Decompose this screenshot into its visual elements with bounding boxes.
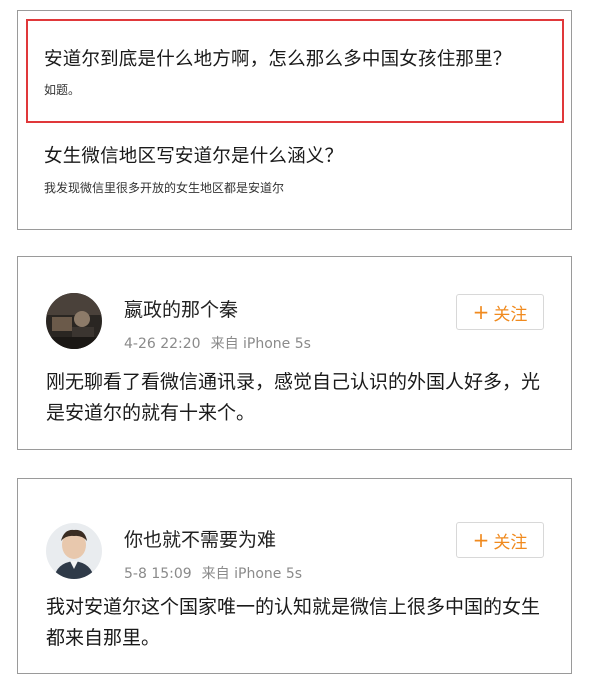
post-source: 来自 iPhone 5s <box>201 566 303 582</box>
post-source: 来自 iPhone 5s <box>210 336 311 352</box>
username[interactable]: 嬴政的那个秦 <box>124 295 238 322</box>
post-time: 4-26 22:20 <box>124 336 201 352</box>
weibo-post-card: 嬴政的那个秦 4-26 22:20 来自 iPhone 5s + 关注 刚无聊看了看… <box>17 256 572 450</box>
avatar-image <box>46 523 102 579</box>
follow-label: 关注 <box>493 304 528 325</box>
question-title[interactable]: 女生微信地区写安道尔是什么涵义？ <box>44 142 343 168</box>
follow-button[interactable]: + 关注 <box>456 294 544 330</box>
post-time: 5-8 15:09 <box>124 566 192 582</box>
question-description: 如题。 <box>44 83 81 97</box>
question-description: 我发现微信里很多开放的女生地区都是安道尔 <box>44 181 285 195</box>
plus-icon: + <box>472 528 490 552</box>
username[interactable]: 你也就不需要为难 <box>124 525 276 552</box>
post-text: 我对安道尔这个国家唯一的认知就是微信上很多中国的女生都来自那里。 <box>46 596 541 649</box>
follow-button[interactable]: + 关注 <box>456 522 544 558</box>
avatar[interactable] <box>46 523 102 579</box>
follow-label: 关注 <box>493 532 528 553</box>
plus-icon: + <box>472 300 490 324</box>
highlight-box <box>26 19 564 123</box>
post-text: 刚无聊看了看微信通讯录，感觉自己认识的外国人好多，光是安道尔的就有十来个。 <box>46 371 541 424</box>
avatar-image <box>46 293 102 349</box>
weibo-post-card: 你也就不需要为难 5-8 15:09 来自 iPhone 5s + 关注 我对安道尔… <box>17 478 572 674</box>
post-meta: 4-26 22:20 来自 iPhone 5s <box>124 333 311 353</box>
avatar[interactable] <box>46 293 102 349</box>
post-meta: 5-8 15:09 来自 iPhone 5s <box>124 563 302 583</box>
question-title[interactable]: 安道尔到底是什么地方啊，怎么那么多中国女孩住那里？ <box>44 45 512 71</box>
question-card: 安道尔到底是什么地方啊，怎么那么多中国女孩住那里？ 如题。 女生微信地区写安道尔… <box>17 10 572 230</box>
